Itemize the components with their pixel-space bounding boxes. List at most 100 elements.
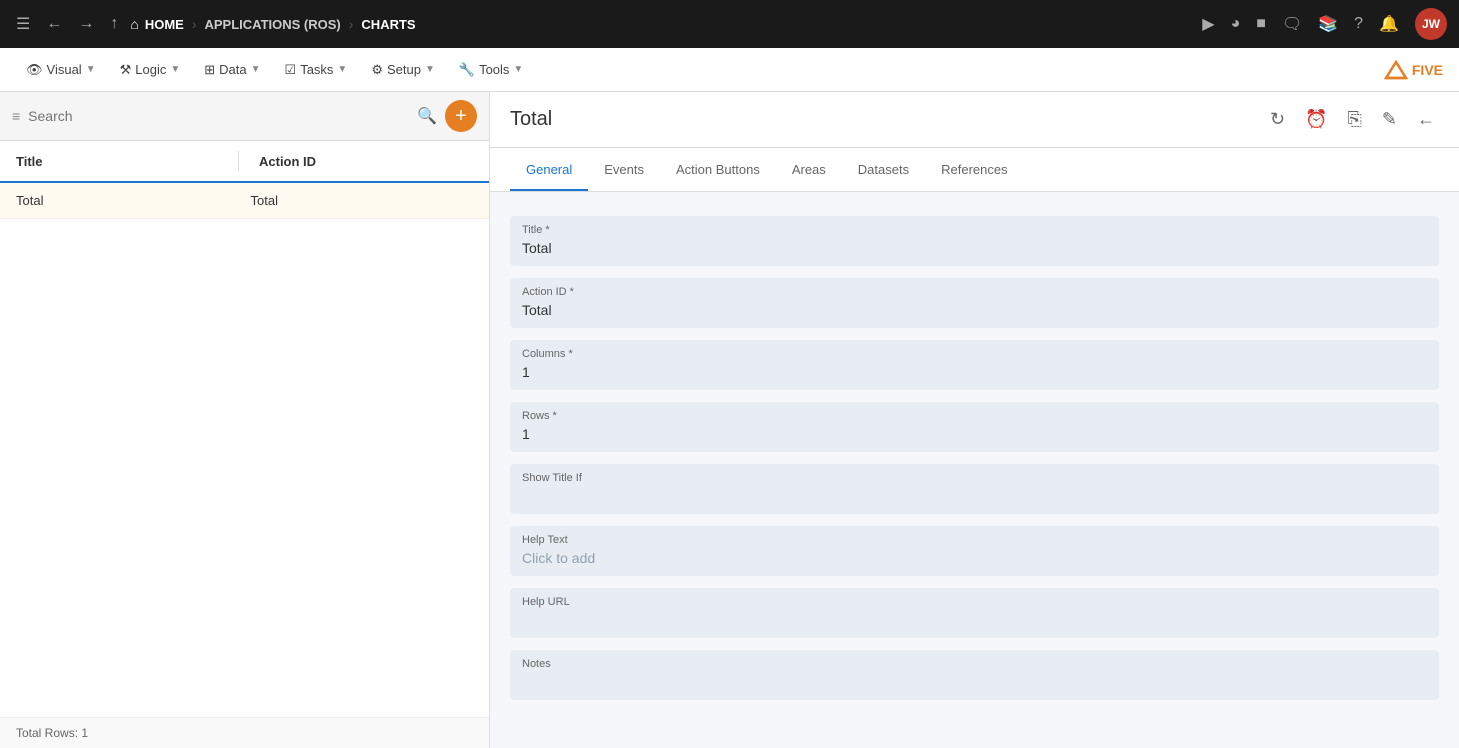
data-icon: ⊞	[204, 62, 215, 78]
setup-dropdown-arrow: ▼	[425, 64, 435, 75]
field-rows[interactable]: Rows * 1	[510, 402, 1439, 452]
help-text-click-to-add[interactable]: Click to add	[522, 550, 595, 566]
data-dropdown-arrow: ▼	[251, 64, 261, 75]
right-panel-title: Total	[510, 108, 1266, 131]
copy-icon[interactable]: ⎘	[1344, 105, 1366, 134]
five-logo: FIVE	[1384, 60, 1443, 80]
field-value-action_id: Total	[522, 302, 552, 318]
table-footer: Total Rows: 1	[0, 717, 489, 748]
restore-icon[interactable]: ↻	[1266, 105, 1289, 134]
main-content: ≡ 🔍 + Title Action ID Total Total Total …	[0, 92, 1459, 748]
applications-breadcrumb[interactable]: APPLICATIONS (ROS)	[204, 17, 340, 32]
tasks-menu-item[interactable]: ☑ Tasks ▼	[275, 56, 358, 84]
help-icon[interactable]: ?	[1354, 15, 1363, 33]
tab-events[interactable]: Events	[588, 150, 660, 191]
tab-areas[interactable]: Areas	[776, 150, 842, 191]
book-icon[interactable]: 📚	[1318, 14, 1338, 34]
tab-datasets[interactable]: Datasets	[842, 150, 925, 191]
field-label-show_title_if: Show Title If	[522, 472, 1427, 484]
logic-dropdown-arrow: ▼	[170, 64, 180, 75]
form-area: Title * Total Action ID * Total Columns …	[490, 192, 1459, 748]
tools-dropdown-arrow: ▼	[513, 64, 523, 75]
logic-menu-item[interactable]: ⚒ Logic ▼	[110, 56, 191, 84]
charts-breadcrumb[interactable]: CHARTS	[361, 17, 415, 32]
back-icon[interactable]: ←	[42, 11, 66, 37]
field-label-help_url: Help URL	[522, 596, 1427, 608]
home-icon: ⌂	[130, 16, 138, 32]
secondary-navigation: 👁 Visual ▼ ⚒ Logic ▼ ⊞ Data ▼ ☑ Tasks ▼ …	[0, 48, 1459, 92]
field-label-title: Title *	[522, 224, 1427, 236]
visual-dropdown-arrow: ▼	[86, 64, 96, 75]
search-input[interactable]	[28, 108, 409, 124]
stop-icon[interactable]: ■	[1256, 15, 1266, 33]
breadcrumb-separator-1: ›	[192, 16, 197, 32]
right-panel-actions: ↻ ⏰ ⎘ ✎ ←	[1266, 105, 1439, 134]
up-icon[interactable]: ↑	[106, 11, 122, 37]
field-action_id[interactable]: Action ID * Total	[510, 278, 1439, 328]
field-notes[interactable]: Notes	[510, 650, 1439, 700]
forward-icon[interactable]: →	[74, 11, 98, 37]
field-show_title_if[interactable]: Show Title If	[510, 464, 1439, 514]
tabs: GeneralEventsAction ButtonsAreasDatasets…	[490, 148, 1459, 192]
field-columns[interactable]: Columns * 1	[510, 340, 1439, 390]
tab-references[interactable]: References	[925, 150, 1023, 191]
tools-menu-item[interactable]: 🔧 Tools ▼	[449, 56, 533, 84]
five-logo-text: FIVE	[1412, 62, 1443, 78]
left-panel: ≡ 🔍 + Title Action ID Total Total Total …	[0, 92, 490, 748]
logic-label: Logic	[135, 62, 166, 77]
filter-icon: ≡	[12, 108, 20, 124]
field-label-notes: Notes	[522, 658, 1427, 670]
tasks-dropdown-arrow: ▼	[337, 64, 347, 75]
table-header: Title Action ID	[0, 141, 489, 183]
breadcrumb-separator-2: ›	[349, 16, 354, 32]
field-label-rows: Rows *	[522, 410, 1427, 422]
field-help_text[interactable]: Help Text Click to add	[510, 526, 1439, 576]
field-value-rows: 1	[522, 426, 530, 442]
right-header: Total ↻ ⏰ ⎘ ✎ ←	[490, 92, 1459, 148]
title-column-header: Title	[16, 154, 230, 169]
field-value-help_url	[522, 612, 526, 628]
setup-icon: ⚙	[371, 62, 383, 78]
total-rows-label: Total Rows: 1	[16, 726, 88, 740]
action-id-column-header: Action ID	[247, 154, 473, 169]
logic-icon: ⚒	[120, 62, 132, 78]
field-value-columns: 1	[522, 364, 530, 380]
visual-label: Visual	[47, 62, 82, 77]
tab-action-buttons[interactable]: Action Buttons	[660, 150, 776, 191]
search-globe-icon[interactable]: ◕	[1231, 15, 1241, 33]
home-label: HOME	[145, 17, 184, 32]
tab-general[interactable]: General	[510, 150, 588, 191]
field-label-action_id: Action ID *	[522, 286, 1427, 298]
row-title: Total	[16, 193, 239, 208]
tools-icon: 🔧	[459, 62, 475, 78]
chat-icon[interactable]: 🗨	[1282, 14, 1302, 34]
search-icon[interactable]: 🔍	[417, 106, 437, 126]
row-action-id: Total	[239, 193, 474, 208]
field-title[interactable]: Title * Total	[510, 216, 1439, 266]
visual-menu-item[interactable]: 👁 Visual ▼	[16, 56, 106, 84]
table-row[interactable]: Total Total	[0, 183, 489, 219]
data-label: Data	[219, 62, 246, 77]
bell-icon[interactable]: 🔔	[1379, 14, 1399, 34]
field-label-columns: Columns *	[522, 348, 1427, 360]
tools-label: Tools	[479, 62, 509, 77]
setup-label: Setup	[387, 62, 421, 77]
setup-menu-item[interactable]: ⚙ Setup ▼	[361, 56, 445, 84]
field-help_url[interactable]: Help URL	[510, 588, 1439, 638]
close-icon[interactable]: ←	[1413, 105, 1439, 134]
search-bar: ≡ 🔍 +	[0, 92, 489, 141]
field-value-title: Total	[522, 240, 552, 256]
field-value-notes	[522, 674, 526, 690]
edit-icon[interactable]: ✎	[1378, 105, 1401, 134]
column-divider	[238, 151, 239, 171]
field-label-help_text: Help Text	[522, 534, 1427, 546]
right-panel: Total ↻ ⏰ ⎘ ✎ ← GeneralEventsAction Butt…	[490, 92, 1459, 748]
data-menu-item[interactable]: ⊞ Data ▼	[194, 56, 270, 84]
tasks-label: Tasks	[300, 62, 333, 77]
add-button[interactable]: +	[445, 100, 477, 132]
hamburger-icon[interactable]: ☰	[12, 10, 34, 38]
play-icon[interactable]: ▶	[1202, 14, 1214, 34]
history-icon[interactable]: ⏰	[1301, 105, 1331, 134]
user-avatar[interactable]: JW	[1415, 8, 1447, 40]
home-nav-item[interactable]: ⌂ HOME	[130, 16, 183, 32]
